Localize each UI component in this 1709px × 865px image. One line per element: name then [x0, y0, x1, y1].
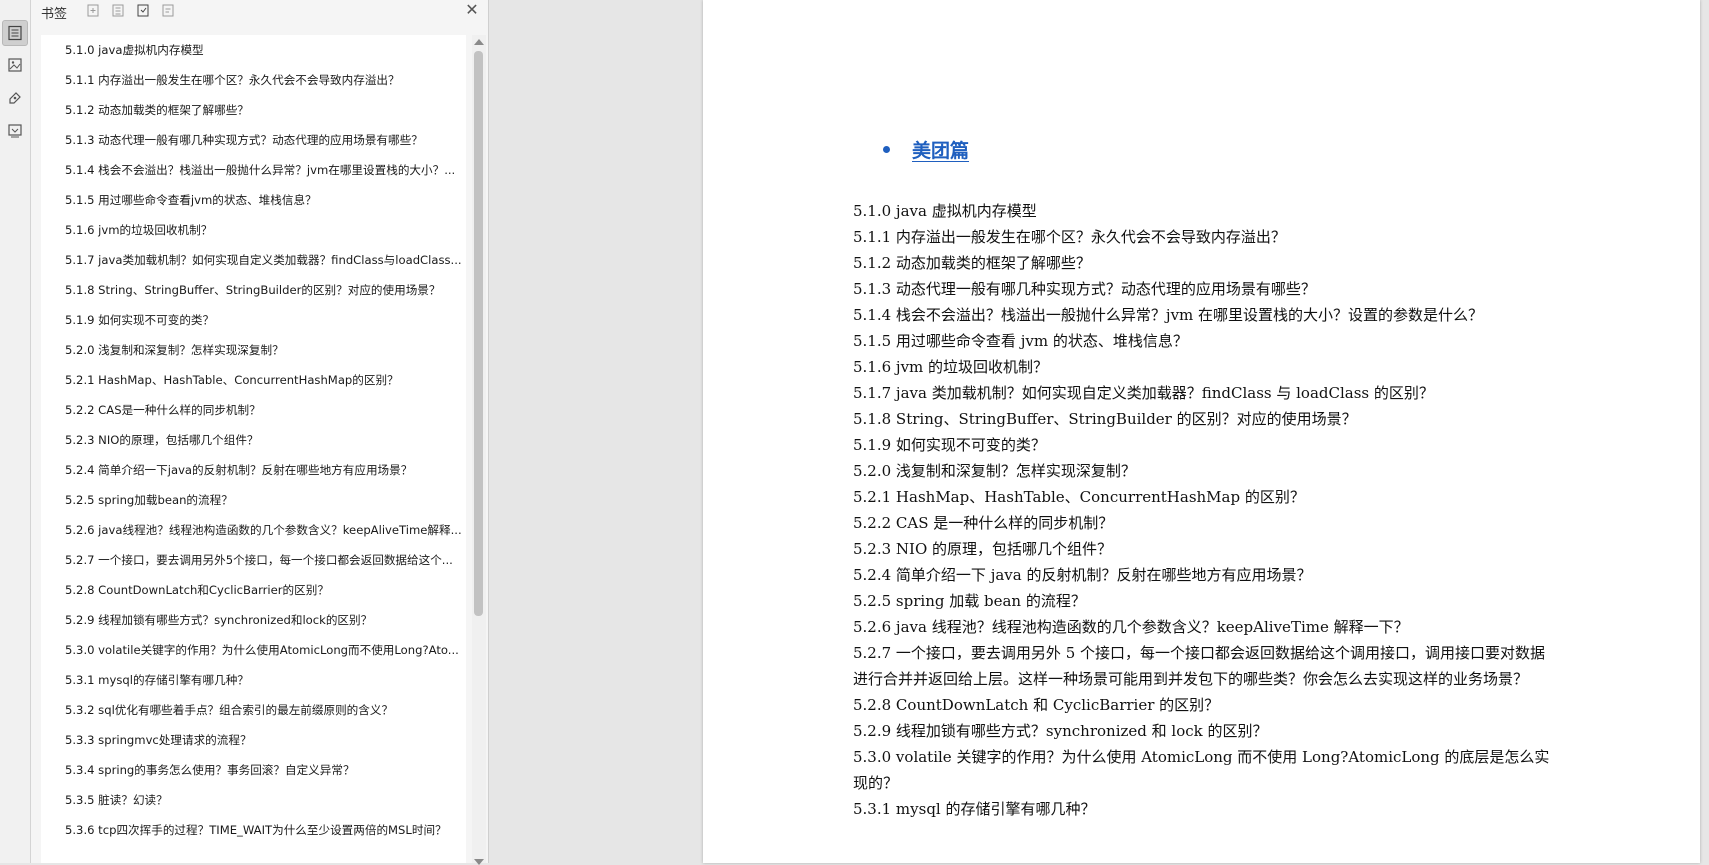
- toc-line: 5.2.5 spring 加载 bean 的流程？: [853, 592, 1086, 610]
- toc-list: 5.1.0 java 虚拟机内存模型 5.1.1 内存溢出一般发生在哪个区？永久代…: [853, 198, 1553, 822]
- scrollbar-thumb[interactable]: [474, 51, 483, 616]
- bookmark-item[interactable]: 5.2.9 线程加锁有哪些方式？synchronized和lock的区别？: [41, 605, 466, 635]
- toc-line: 5.1.5 用过哪些命令查看 jvm 的状态、堆栈信息？: [853, 332, 1188, 350]
- toc-line: 5.2.6 java 线程池？线程池构造函数的几个参数含义？keepAliveT…: [853, 618, 1409, 636]
- bookmark-item[interactable]: 5.1.7 java类加载机制？如何实现自定义类加载器？findClass与lo…: [41, 245, 466, 275]
- bookmark-item[interactable]: 5.1.6 jvm的垃圾回收机制？: [41, 215, 466, 245]
- toc-line: 5.2.2 CAS 是一种什么样的同步机制？: [853, 514, 1114, 532]
- bookmark-item[interactable]: 5.1.0 java虚拟机内存模型: [41, 35, 466, 65]
- toc-line: 5.2.0 浅复制和深复制？怎样实现深复制？: [853, 462, 1136, 480]
- left-toolbar: [0, 0, 31, 863]
- thumbnails-panel-icon[interactable]: [3, 53, 27, 77]
- bookmark-item[interactable]: 5.3.0 volatile关键字的作用？为什么使用AtomicLong而不使用…: [41, 635, 466, 665]
- bookmark-item[interactable]: 5.2.8 CountDownLatch和CyclicBarrier的区别？: [41, 575, 466, 605]
- bullet-icon: [883, 146, 890, 153]
- close-icon[interactable]: ✕: [464, 1, 480, 19]
- bookmark-item[interactable]: 5.2.6 java线程池？线程池构造函数的几个参数含义？keepAliveTi…: [41, 515, 466, 545]
- toc-line: 5.1.3 动态代理一般有哪几种实现方式？动态代理的应用场景有哪些？: [853, 280, 1316, 298]
- bookmark-item[interactable]: 5.2.0 浅复制和深复制？怎样实现深复制？: [41, 335, 466, 365]
- section-heading-link[interactable]: 美团篇: [912, 136, 973, 163]
- bookmark-item[interactable]: 5.2.5 spring加载bean的流程？: [41, 485, 466, 515]
- bookmark-item[interactable]: 5.2.7 一个接口，要去调用另外5个接口，每一个接口都会返回数据给这个...: [41, 545, 466, 575]
- toc-line: 5.2.3 NIO 的原理，包括哪几个组件？: [853, 540, 1113, 558]
- bookmarks-panel: 书签 ✕ 5.1.0 java虚拟机内存模型 5.1.1 内存溢出一般发生在哪个区…: [31, 0, 489, 865]
- bookmark-options-icon[interactable]: [161, 3, 176, 18]
- bookmark-item[interactable]: 5.3.5 脏读？幻读？: [41, 785, 466, 815]
- document-page: 美团篇 5.1.0 java 虚拟机内存模型 5.1.1 内存溢出一般发生在哪个区…: [703, 0, 1700, 863]
- bookmark-item[interactable]: 5.2.3 NIO的原理，包括哪几个组件？: [41, 425, 466, 455]
- toc-line: 5.3.0 volatile 关键字的作用？为什么使用 AtomicLong 而…: [853, 748, 1550, 792]
- add-bookmark-icon[interactable]: [86, 3, 101, 18]
- toc-line: 5.1.0 java 虚拟机内存模型: [853, 202, 1037, 220]
- bookmark-item[interactable]: 5.2.2 CAS是一种什么样的同步机制？: [41, 395, 466, 425]
- toc-line: 5.1.8 String、StringBuffer、StringBuilder …: [853, 410, 1357, 428]
- toc-line: 5.2.7 一个接口，要去调用另外 5 个接口，每一个接口都会返回数据给这个调用…: [853, 644, 1546, 688]
- toc-line: 5.1.9 如何实现不可变的类？: [853, 436, 1046, 454]
- toc-line: 5.2.9 线程加锁有哪些方式？synchronized 和 lock 的区别？: [853, 722, 1268, 740]
- expand-all-icon[interactable]: [111, 3, 126, 18]
- collapse-all-icon[interactable]: [136, 3, 151, 18]
- bookmark-item[interactable]: 5.3.6 tcp四次挥手的过程？TIME_WAIT为什么至少设置两倍的MSL时…: [41, 815, 466, 845]
- bookmark-item[interactable]: 5.1.2 动态加载类的框架了解哪些？: [41, 95, 466, 125]
- bookmark-item[interactable]: 5.1.5 用过哪些命令查看jvm的状态、堆栈信息？: [41, 185, 466, 215]
- bookmark-item[interactable]: 5.1.4 栈会不会溢出？栈溢出一般抛什么异常？jvm在哪里设置栈的大小？...: [41, 155, 466, 185]
- toc-line: 5.2.1 HashMap、HashTable、ConcurrentHashMa…: [853, 488, 1305, 506]
- attachments-panel-icon[interactable]: [3, 119, 27, 143]
- toc-line: 5.2.8 CountDownLatch 和 CyclicBarrier 的区别…: [853, 696, 1220, 714]
- toc-line: 5.1.4 栈会不会溢出？栈溢出一般抛什么异常？jvm 在哪里设置栈的大小？设置…: [853, 306, 1484, 324]
- toc-line: 5.2.4 简单介绍一下 java 的反射机制？反射在哪些地方有应用场景？: [853, 566, 1312, 584]
- bookmark-item[interactable]: 5.1.8 String、StringBuffer、StringBuilder的…: [41, 275, 466, 305]
- bookmark-item[interactable]: 5.1.3 动态代理一般有哪几种实现方式？动态代理的应用场景有哪些？: [41, 125, 466, 155]
- scroll-down-arrow-icon[interactable]: [474, 859, 484, 865]
- bookmark-item[interactable]: 5.3.1 mysql的存储引擎有哪几种？: [41, 665, 466, 695]
- bookmark-item[interactable]: 5.3.4 spring的事务怎么使用？事务回滚？自定义异常？: [41, 755, 466, 785]
- bookmark-item[interactable]: 5.3.3 springmvc处理请求的流程？: [41, 725, 466, 755]
- bookmark-scrollbar[interactable]: [472, 35, 486, 865]
- bookmark-item[interactable]: 5.1.1 内存溢出一般发生在哪个区？永久代会不会导致内存溢出？: [41, 65, 466, 95]
- bookmarks-panel-icon[interactable]: [2, 20, 28, 46]
- bookmark-item[interactable]: 5.1.9 如何实现不可变的类？: [41, 305, 466, 335]
- bookmark-list: 5.1.0 java虚拟机内存模型 5.1.1 内存溢出一般发生在哪个区？永久代会…: [41, 35, 466, 863]
- panel-header: 书签 ✕: [31, 0, 488, 23]
- section-heading[interactable]: 美团篇: [883, 136, 973, 163]
- toc-line: 5.1.6 jvm 的垃圾回收机制？: [853, 358, 1049, 376]
- panel-title: 书签: [41, 7, 68, 22]
- bookmark-item[interactable]: 5.2.4 简单介绍一下java的反射机制？反射在哪些地方有应用场景？: [41, 455, 466, 485]
- toc-line: 5.1.2 动态加载类的框架了解哪些？: [853, 254, 1091, 272]
- annotations-panel-icon[interactable]: [3, 86, 27, 110]
- toc-line: 5.1.1 内存溢出一般发生在哪个区？永久代会不会导致内存溢出？: [853, 228, 1286, 246]
- scroll-up-arrow-icon[interactable]: [474, 39, 484, 45]
- toc-line: 5.1.7 java 类加载机制？如何实现自定义类加载器？findClass 与…: [853, 384, 1434, 402]
- bookmark-item[interactable]: 5.2.1 HashMap、HashTable、ConcurrentHashMa…: [41, 365, 466, 395]
- bookmark-item[interactable]: 5.3.2 sql优化有哪些着手点？组合索引的最左前缀原则的含义？: [41, 695, 466, 725]
- toc-line: 5.3.1 mysql 的存储引擎有哪几种？: [853, 800, 1096, 818]
